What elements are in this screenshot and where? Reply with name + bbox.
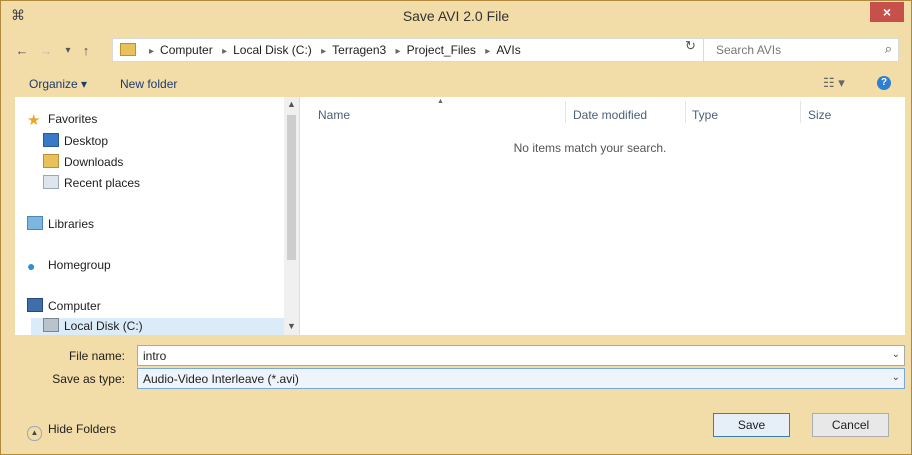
nav-item-libraries[interactable]: Libraries xyxy=(27,216,94,236)
breadcrumb-local-disk[interactable]: Local Disk (C:) xyxy=(233,43,312,57)
file-name-field[interactable]: intro ⌄ xyxy=(137,345,905,366)
breadcrumb-terragen3[interactable]: Terragen3 xyxy=(332,43,386,57)
nav-item-recent-places[interactable]: Recent places xyxy=(43,175,140,195)
chevron-down-icon[interactable]: ⌄ xyxy=(892,372,900,383)
libraries-icon xyxy=(27,216,43,230)
breadcrumb-computer[interactable]: Computer xyxy=(160,43,213,57)
window-title: Save AVI 2.0 File xyxy=(402,8,510,24)
drive-icon xyxy=(43,318,59,332)
nav-item-homegroup[interactable]: ● Homegroup xyxy=(27,258,111,278)
file-list-pane: ▲ Name Date modified Type Size No items … xyxy=(300,97,905,335)
column-divider[interactable] xyxy=(685,101,686,123)
back-icon[interactable]: ← xyxy=(13,42,31,60)
nav-item-downloads[interactable]: Downloads xyxy=(43,154,123,174)
column-divider[interactable] xyxy=(565,101,566,123)
star-icon: ★ xyxy=(27,112,41,129)
search-placeholder: Search AVIs xyxy=(716,43,782,57)
address-bar-row: ← → ▾ ↑ ▸ Computer ▸ Local Disk (C:) ▸ Terr… xyxy=(9,35,905,67)
sort-indicator-icon: ▲ xyxy=(437,98,444,105)
scrollbar-thumb[interactable] xyxy=(287,115,296,260)
column-header-size[interactable]: Size xyxy=(808,108,831,122)
close-button[interactable]: × xyxy=(870,2,904,22)
command-toolbar: Organize ▾ New folder ☷ ▾ ? xyxy=(9,71,905,99)
save-dialog-window: ⌘ Save AVI 2.0 File × ← → ▾ ↑ ▸ Computer … xyxy=(0,0,912,455)
search-input[interactable]: Search AVIs ⌕ xyxy=(703,38,899,62)
save-type-row: Save as type: Audio-Video Interleave (*.… xyxy=(15,368,905,390)
nav-item-computer[interactable]: Computer xyxy=(27,298,101,318)
file-name-row: File name: intro ⌄ xyxy=(15,345,905,367)
navigation-pane: ★ Favorites Desktop Downloads Recent plac… xyxy=(15,97,298,335)
save-type-label: Save as type: xyxy=(52,372,125,386)
downloads-icon xyxy=(43,154,59,168)
address-box[interactable]: ▸ Computer ▸ Local Disk (C:) ▸ Terragen3 ▸ P… xyxy=(112,38,786,62)
breadcrumb-project-files[interactable]: Project_Files xyxy=(407,43,476,57)
view-options-icon[interactable]: ☷ ▾ xyxy=(823,75,845,91)
scroll-up-icon[interactable]: ▲ xyxy=(287,99,296,109)
file-name-value: intro xyxy=(143,349,167,363)
desktop-icon xyxy=(43,133,59,147)
dialog-footer: ▲ Hide Folders Save Cancel xyxy=(1,403,911,453)
chevron-down-icon[interactable]: ⌄ xyxy=(892,349,900,360)
refresh-icon[interactable]: ↻ xyxy=(685,38,696,54)
save-type-select[interactable]: Audio-Video Interleave (*.avi) ⌄ xyxy=(137,368,905,389)
scroll-down-icon[interactable]: ▼ xyxy=(287,321,296,331)
column-header-name[interactable]: Name xyxy=(318,108,350,122)
homegroup-icon: ● xyxy=(27,258,36,274)
cancel-button[interactable]: Cancel xyxy=(812,413,889,437)
title-bar[interactable]: ⌘ Save AVI 2.0 File × xyxy=(1,1,911,31)
up-folder-icon[interactable]: ↑ xyxy=(77,42,95,60)
recent-places-icon xyxy=(43,175,59,189)
save-type-value: Audio-Video Interleave (*.avi) xyxy=(143,372,299,386)
forward-icon[interactable]: → xyxy=(37,42,55,60)
folder-icon xyxy=(120,43,136,56)
search-icon[interactable]: ⌕ xyxy=(885,41,892,57)
nav-scrollbar[interactable]: ▲ ▼ xyxy=(284,97,299,335)
file-name-label: File name: xyxy=(68,349,125,363)
nav-item-desktop[interactable]: Desktop xyxy=(43,133,108,153)
help-icon[interactable]: ? xyxy=(877,76,891,90)
nav-item-local-disk[interactable]: Local Disk (C:) xyxy=(31,318,293,335)
nav-item-favorites[interactable]: ★ Favorites xyxy=(27,111,97,131)
breadcrumb-avis[interactable]: AVIs xyxy=(496,43,520,57)
collapse-icon: ▲ xyxy=(27,426,42,441)
new-folder-button[interactable]: New folder xyxy=(120,77,177,91)
column-header-date-modified[interactable]: Date modified xyxy=(573,108,647,122)
organize-button[interactable]: Organize ▾ xyxy=(29,77,87,91)
empty-results-message: No items match your search. xyxy=(513,141,667,155)
hide-folders-button[interactable]: ▲ Hide Folders xyxy=(27,422,116,441)
column-header-type[interactable]: Type xyxy=(692,108,718,122)
recent-locations-icon[interactable]: ▾ xyxy=(59,42,77,60)
column-divider[interactable] xyxy=(800,101,801,123)
save-button[interactable]: Save xyxy=(713,413,790,437)
computer-icon xyxy=(27,298,43,312)
breadcrumb: ▸ Computer ▸ Local Disk (C:) ▸ Terragen3 ▸ P… xyxy=(149,43,521,57)
